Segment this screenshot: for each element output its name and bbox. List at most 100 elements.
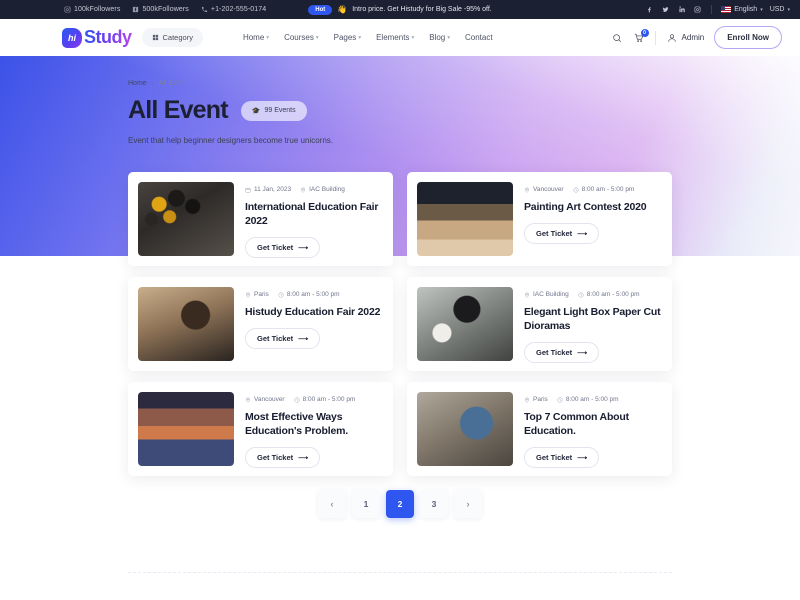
arrow-right-icon: ⟶ [577,349,588,357]
nav-item-courses[interactable]: Courses ▾ [284,33,319,42]
event-title[interactable]: Most Effective Ways Education's Problem. [245,410,383,438]
get-ticket-button[interactable]: Get Ticket ⟶ [245,328,321,350]
instagram-icon[interactable] [693,5,702,14]
event-time-label: 8:00 am - 5:00 pm [302,396,356,403]
event-time: 8:00 am - 5:00 pm [578,291,640,298]
event-meta: 11 Jan, 2023 IAC Building [245,186,383,193]
event-thumbnail [417,287,513,361]
event-time-label: 8:00 am - 5:00 pm [565,396,619,403]
category-button[interactable]: Category [141,28,203,47]
enroll-now-button[interactable]: Enroll Now [714,26,782,49]
event-time: 8:00 am - 5:00 pm [573,186,634,193]
get-ticket-button[interactable]: Get Ticket ⟶ [524,223,600,245]
pagination-next-button[interactable]: › [454,490,482,518]
event-title[interactable]: International Education Fair 2022 [245,200,383,228]
calendar-icon [245,187,251,192]
instagram-followers[interactable]: 100kFollowers [64,6,120,13]
event-card[interactable]: 11 Jan, 2023 IAC Building International … [128,172,393,266]
logo[interactable]: hi Study [62,27,132,48]
phone-number[interactable]: +1-202-555-0174 [201,6,266,13]
grid-icon [152,34,158,41]
get-ticket-label: Get Ticket [536,229,573,239]
event-time-label: 8:00 am - 5:00 pm [286,291,340,298]
currency-label: USD [769,6,785,13]
pagination-prev-button[interactable]: ‹ [318,490,346,518]
promo-text[interactable]: Intro price. Get Histudy for Big Sale -9… [352,6,492,13]
language-label: English [734,6,758,13]
event-date-label: 11 Jan, 2023 [254,186,292,193]
facebook-icon [132,6,139,13]
nav-item-home[interactable]: Home ▾ [243,33,269,42]
hot-badge: Hot [308,4,333,15]
cart-count-badge: 0 [640,28,649,37]
clock-icon [578,292,584,297]
event-meta: Paris 8:00 am - 5:00 pm [245,291,383,298]
top-bar: 100kFollowers 500kFollowers +1-202-555-0… [0,0,800,19]
footer-divider [128,572,672,573]
currency-selector[interactable]: USD ▾ [770,6,790,13]
event-title[interactable]: Top 7 Common About Education. [524,410,662,438]
chevron-down-icon: ▾ [358,34,362,41]
nav-label: Contact [464,33,493,42]
get-ticket-button[interactable]: Get Ticket ⟶ [524,342,600,364]
pagination: ‹ 1 2 3 › [0,490,800,518]
event-location-label: Paris [254,291,269,298]
nav-label: Pages [333,33,357,42]
location-icon [246,292,250,298]
nav-item-contact[interactable]: Contact [465,33,493,42]
get-ticket-button[interactable]: Get Ticket ⟶ [245,447,321,469]
search-icon[interactable] [611,32,623,44]
breadcrumb-home[interactable]: Home [128,80,147,87]
event-body: Paris 8:00 am - 5:00 pm Histudy Educatio… [245,287,383,361]
wave-hand-icon: 👋 [337,5,348,14]
arrow-right-icon: ⟶ [577,230,588,238]
pagination-page-1[interactable]: 1 [352,490,380,518]
pagination-page-2[interactable]: 2 [386,490,414,518]
arrow-right-icon: ⟶ [298,454,309,462]
account-button[interactable]: Admin [666,32,705,44]
facebook-followers[interactable]: 500kFollowers [132,6,189,13]
event-body: Paris 8:00 am - 5:00 pm Top 7 Common Abo… [524,392,662,469]
event-meta: Paris 8:00 am - 5:00 pm [524,396,662,403]
event-card[interactable]: IAC Building 8:00 am - 5:00 pm Elegant L… [407,277,672,371]
nav-item-blog[interactable]: Blog ▾ [429,33,450,42]
linkedin-icon[interactable] [677,5,686,14]
cart-button[interactable]: 0 [633,28,649,44]
twitter-icon[interactable] [661,5,670,14]
event-title[interactable]: Histudy Education Fair 2022 [245,305,383,319]
phone-icon [201,6,208,13]
category-label: Category [162,33,193,42]
nav-item-pages[interactable]: Pages ▾ [334,33,361,42]
event-thumbnail [138,287,234,361]
get-ticket-button[interactable]: Get Ticket ⟶ [245,237,321,259]
event-location: Paris [245,291,269,298]
nav-item-elements[interactable]: Elements ▾ [376,33,414,42]
instagram-followers-label: 100kFollowers [74,6,121,13]
event-location-label: Vancouver [533,186,564,193]
top-bar-contact-group: 100kFollowers 500kFollowers +1-202-555-0… [64,6,266,13]
language-selector[interactable]: English ▾ [721,6,763,13]
event-title[interactable]: Elegant Light Box Paper Cut Dioramas [524,305,662,333]
breadcrumb: Home › All Event [128,80,800,87]
event-body: 11 Jan, 2023 IAC Building International … [245,182,383,259]
event-count-label: 99 Events [264,107,296,114]
location-icon [525,187,529,193]
instagram-icon [64,6,71,13]
account-label: Admin [681,33,705,42]
event-location-label: IAC Building [533,291,569,298]
pagination-page-3[interactable]: 3 [420,490,448,518]
page-subtitle: Event that help beginner designers becom… [128,136,334,145]
get-ticket-label: Get Ticket [257,453,294,463]
event-card[interactable]: Paris 8:00 am - 5:00 pm Top 7 Common Abo… [407,382,672,476]
event-card[interactable]: Paris 8:00 am - 5:00 pm Histudy Educatio… [128,277,393,371]
event-card[interactable]: Vancouver 8:00 am - 5:00 pm Most Effecti… [128,382,393,476]
location-icon [301,187,306,193]
event-date: 11 Jan, 2023 [245,186,291,193]
event-meta: IAC Building 8:00 am - 5:00 pm [524,291,662,298]
get-ticket-button[interactable]: Get Ticket ⟶ [524,447,600,469]
title-row: All Event 🎓 99 Events [128,96,800,125]
event-card[interactable]: Vancouver 8:00 am - 5:00 pm Painting Art… [407,172,672,266]
event-title[interactable]: Painting Art Contest 2020 [524,200,662,214]
facebook-icon[interactable] [645,5,654,14]
event-thumbnail [138,182,234,256]
